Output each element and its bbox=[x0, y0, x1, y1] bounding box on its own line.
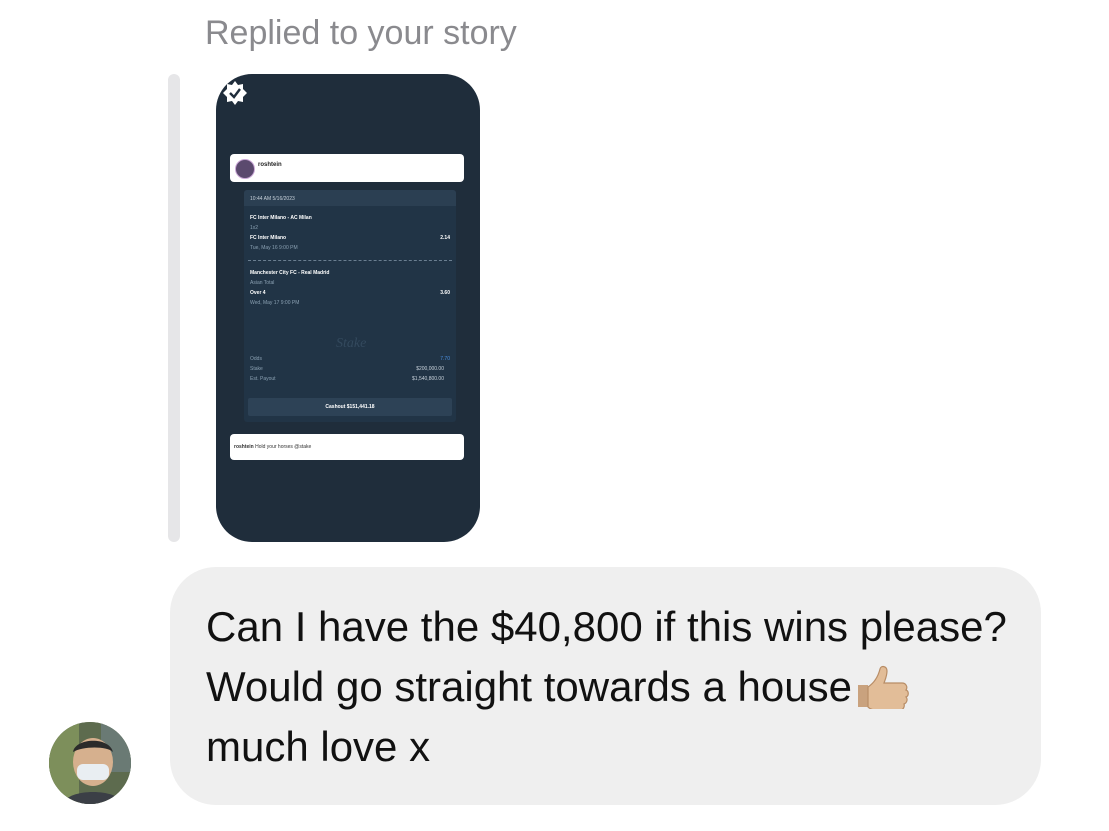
stake-watermark: Stake bbox=[336, 336, 367, 351]
message-text-end: much love x bbox=[206, 723, 431, 770]
bet-1-match: FC Inter Milano - AC Milan bbox=[250, 215, 312, 221]
bet-2-selection: Over 4 bbox=[250, 290, 266, 296]
bet-divider bbox=[248, 260, 452, 261]
message-bubble[interactable]: Can I have the $40,800 if this wins plea… bbox=[170, 567, 1041, 805]
post-caption: roshtein Hold your horses @stake bbox=[230, 434, 464, 460]
thumbs-up-icon bbox=[857, 665, 909, 709]
caption-text: roshtein Hold your horses @stake bbox=[234, 444, 311, 450]
stake-value: $200,000.00 bbox=[416, 366, 444, 372]
odds-label: Odds bbox=[250, 356, 262, 362]
message-text: Can I have the $40,800 if this wins plea… bbox=[206, 597, 1026, 777]
payout-label: Est. Payout bbox=[250, 376, 276, 382]
payout-value: $1,540,800.00 bbox=[412, 376, 444, 382]
cashout-button: Cashout $151,441.18 bbox=[248, 398, 452, 416]
bet-1-datetime: Tue, May 16 9:00 PM bbox=[250, 245, 298, 251]
reply-quote-bar bbox=[168, 74, 180, 542]
odds-value: 7.70 bbox=[440, 356, 450, 362]
stake-label: Stake bbox=[250, 366, 263, 372]
bet-2-odds: 3.60 bbox=[440, 290, 450, 296]
bet-timestamp: 10:44 AM 5/16/2023 bbox=[250, 196, 295, 202]
replied-to-story-label: Replied to your story bbox=[205, 14, 517, 52]
verified-badge-icon bbox=[223, 81, 247, 105]
bet-1-odds: 2.14 bbox=[440, 235, 450, 241]
bet-1-selection: FC Inter Milano bbox=[250, 235, 287, 241]
sender-avatar[interactable] bbox=[49, 722, 131, 804]
bet-1-market: 1x2 bbox=[250, 225, 259, 231]
post-username: roshtein bbox=[258, 162, 282, 168]
caption-body: Hold your horses @stake bbox=[255, 444, 312, 450]
bet-2-market: Asian Total bbox=[250, 280, 275, 286]
post-avatar bbox=[235, 159, 255, 179]
post-header: roshtein bbox=[230, 154, 464, 182]
bet-2-datetime: Wed, May 17 9:00 PM bbox=[250, 300, 300, 306]
bet-2-match: Manchester City FC - Real Madrid bbox=[250, 270, 330, 276]
bet-slip: 10:44 AM 5/16/2023 FC Inter Milano - AC … bbox=[244, 190, 456, 422]
cashout-label: Cashout $151,441.18 bbox=[325, 404, 375, 410]
caption-username: roshtein bbox=[234, 444, 254, 450]
story-preview[interactable]: roshtein 10:44 AM 5/16/2023 FC Inter Mil… bbox=[216, 74, 480, 542]
